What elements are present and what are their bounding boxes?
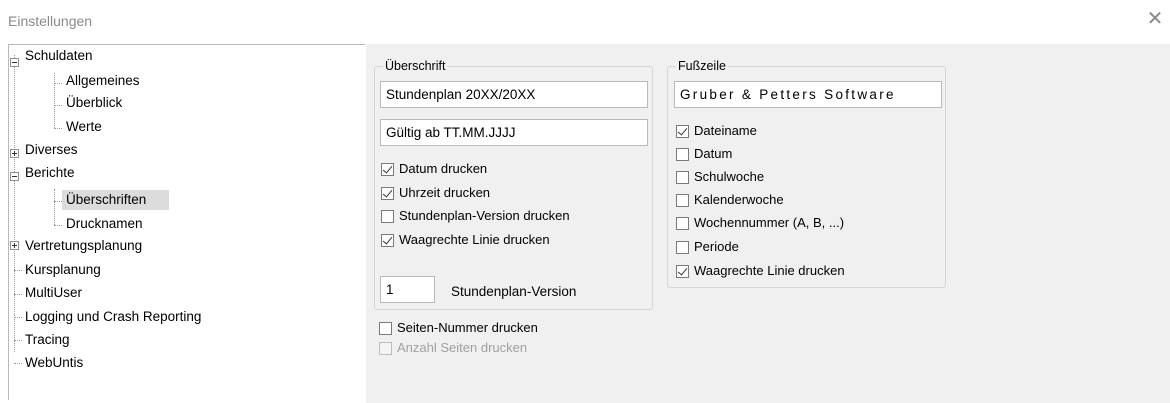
expand-icon[interactable] [10,149,19,158]
close-icon[interactable]: ✕ [1144,8,1166,30]
tree-connector [14,294,22,295]
expand-icon[interactable] [10,241,19,250]
tree-item-ueberblick[interactable]: Überblick [66,92,122,114]
checkbox-unchecked-icon [676,217,689,230]
footer-group-legend: Fußzeile [676,59,728,73]
checkbox-checked-icon [676,265,689,278]
tree-connector [54,73,55,128]
checkbox-unchecked-icon [379,342,392,355]
tree-connector [14,340,22,341]
checkbox-unchecked-icon [379,322,392,335]
tree-connector [54,83,62,84]
tree-connector [14,270,22,271]
collapse-icon[interactable] [10,58,19,67]
header-line1-input[interactable]: Stundenplan 20XX/20XX [380,81,648,108]
checkbox-unchecked-icon [676,241,689,254]
footer-group: Fußzeile Gruber & Petters Software Datei… [667,59,946,288]
tree-item-diverses[interactable]: Diverses [25,139,78,161]
checkbox-unchecked-icon [676,148,689,161]
tree-item-kursplanung[interactable]: Kursplanung [25,259,101,281]
tree-connector [54,189,55,225]
tree-item-logging[interactable]: Logging und Crash Reporting [25,306,201,328]
tree-item-multiuser[interactable]: MultiUser [25,282,82,304]
tree-connector [54,105,62,106]
tree-item-ueberschriften[interactable]: Überschriften [66,189,146,211]
checkbox-checked-icon [381,187,394,200]
tree-item-schuldaten[interactable]: Schuldaten [25,45,93,67]
tree-item-allgemeines[interactable]: Allgemeines [66,70,140,92]
tree-connector [54,201,62,202]
checkbox-checked-icon [676,125,689,138]
tree-item-vertretungsplanung[interactable]: Vertretungsplanung [25,235,142,257]
tree-item-drucknamen[interactable]: Drucknamen [66,213,143,235]
collapse-icon[interactable] [10,172,19,181]
tree-item-werte[interactable]: Werte [66,116,102,138]
checkbox-unchecked-icon [381,210,394,223]
tree-connector [54,128,62,129]
tree-connector [14,363,22,364]
checkbox-unchecked-icon [676,194,689,207]
tree-item-berichte[interactable]: Berichte [25,162,75,184]
footer-text-input[interactable]: Gruber & Petters Software [674,81,942,108]
title-bar: Einstellungen ✕ [0,0,1170,38]
header-group: Überschrift Stundenplan 20XX/20XX Gültig… [374,59,653,310]
version-label: Stundenplan-Version [451,284,577,299]
checkbox-unchecked-icon [676,171,689,184]
checkbox-checked-icon [381,234,394,247]
tree-connector [54,225,62,226]
window-title: Einstellungen [8,13,93,29]
tree-item-tracing[interactable]: Tracing [25,329,70,351]
tree-item-webuntis[interactable]: WebUntis [25,352,83,374]
header-line2-input[interactable]: Gültig ab TT.MM.JJJJ [380,119,648,146]
settings-tree: Schuldaten Allgemeines Überblick Werte D… [8,44,365,400]
tree-connector [14,317,22,318]
checkbox-checked-icon [381,163,394,176]
settings-panel: Überschrift Stundenplan 20XX/20XX Gültig… [366,44,1170,403]
version-input[interactable]: 1 [380,276,435,303]
header-group-legend: Überschrift [383,59,448,73]
tree-connector [14,55,15,352]
